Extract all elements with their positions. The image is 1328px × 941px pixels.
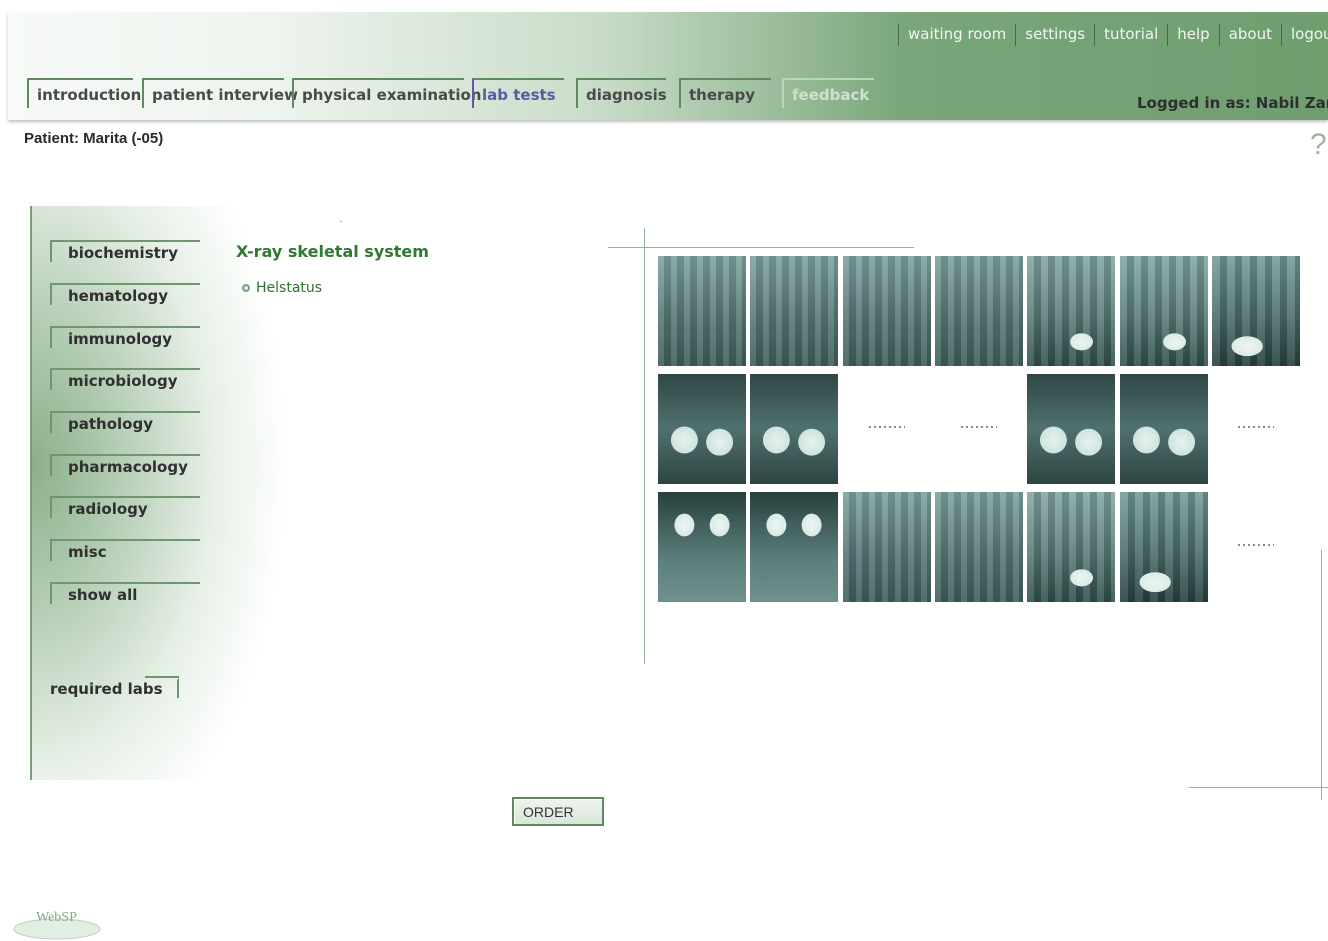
tab-therapy[interactable]: therapy [679, 78, 771, 108]
top-nav-help[interactable]: help [1167, 24, 1218, 46]
tab-patient-interview[interactable]: patient interview [142, 78, 298, 108]
xray-thumbnail[interactable] [843, 492, 931, 602]
top-nav-about[interactable]: about [1218, 24, 1281, 46]
category-misc[interactable]: misc [50, 539, 200, 561]
bullet-icon [242, 284, 250, 292]
missing-image-placeholder [961, 426, 997, 428]
tab-introduction[interactable]: introduction [27, 78, 141, 108]
category-pharmacology[interactable]: pharmacology [50, 454, 200, 476]
xray-thumbnail[interactable] [750, 492, 838, 602]
category-radiology[interactable]: radiology [50, 496, 200, 518]
xray-thumbnail[interactable] [1027, 256, 1115, 366]
corner-line-vertical [1321, 550, 1322, 800]
xray-thumbnail[interactable] [658, 492, 746, 602]
xray-thumbnail[interactable] [1120, 256, 1208, 366]
top-nav-logout[interactable]: logout [1280, 24, 1328, 46]
gallery-left-line [644, 228, 645, 664]
tab-diagnosis[interactable]: diagnosis [576, 78, 667, 108]
category-pathology[interactable]: pathology [50, 411, 200, 433]
category-microbiology[interactable]: microbiology [50, 368, 200, 390]
patient-name: Patient: Marita (-05) [24, 130, 164, 147]
xray-thumbnail-missing [935, 374, 1023, 484]
result-item-helstatus[interactable]: Helstatus [242, 280, 322, 296]
xray-thumbnail[interactable] [750, 374, 838, 484]
tab-feedback[interactable]: feedback [782, 78, 874, 108]
xray-thumbnail[interactable] [750, 256, 838, 366]
tab-lab-tests[interactable]: lab tests [472, 78, 564, 108]
xray-thumbnail-missing [1212, 374, 1300, 484]
xray-thumbnail[interactable] [1027, 492, 1115, 602]
missing-image-placeholder [1238, 426, 1274, 428]
section-title: X-ray skeletal system [236, 242, 429, 261]
xray-thumbnail[interactable] [1027, 374, 1115, 484]
xray-thumbnail[interactable] [1120, 492, 1208, 602]
order-button[interactable]: ORDER [512, 797, 604, 826]
top-nav-tutorial[interactable]: tutorial [1094, 24, 1167, 46]
category-show-all[interactable]: show all [50, 582, 200, 604]
top-nav: waiting room settings tutorial help abou… [898, 24, 1328, 46]
xray-thumbnail[interactable] [1212, 256, 1300, 366]
help-icon[interactable]: ? [1310, 128, 1327, 162]
xray-thumbnail[interactable] [843, 256, 931, 366]
xray-thumbnail[interactable] [1120, 374, 1208, 484]
top-nav-waiting-room[interactable]: waiting room [898, 24, 1015, 46]
xray-thumbnail-missing [1212, 492, 1300, 602]
xray-thumbnail[interactable] [658, 374, 746, 484]
missing-image-placeholder [869, 426, 905, 428]
xray-thumbnail[interactable] [658, 256, 746, 366]
missing-image-placeholder [1238, 544, 1274, 546]
logo-text: WebSP [36, 910, 77, 925]
corner-line-horizontal [1189, 787, 1328, 788]
xray-thumbnail[interactable] [935, 492, 1023, 602]
xray-thumbnail[interactable] [935, 256, 1023, 366]
required-labs-link[interactable]: required labs [50, 676, 179, 698]
top-nav-settings[interactable]: settings [1015, 24, 1094, 46]
gallery-top-line [608, 247, 914, 248]
category-immunology[interactable]: immunology [50, 326, 200, 348]
category-hematology[interactable]: hematology [50, 283, 200, 305]
logged-in-label: Logged in as: Nabil Zary [1137, 94, 1328, 112]
websp-logo: WebSP [13, 910, 101, 940]
result-label: Helstatus [256, 280, 323, 296]
tab-physical-examination[interactable]: physical examination [292, 78, 481, 108]
xray-thumbnail-missing [843, 374, 931, 484]
category-biochemistry[interactable]: biochemistry [50, 240, 200, 262]
